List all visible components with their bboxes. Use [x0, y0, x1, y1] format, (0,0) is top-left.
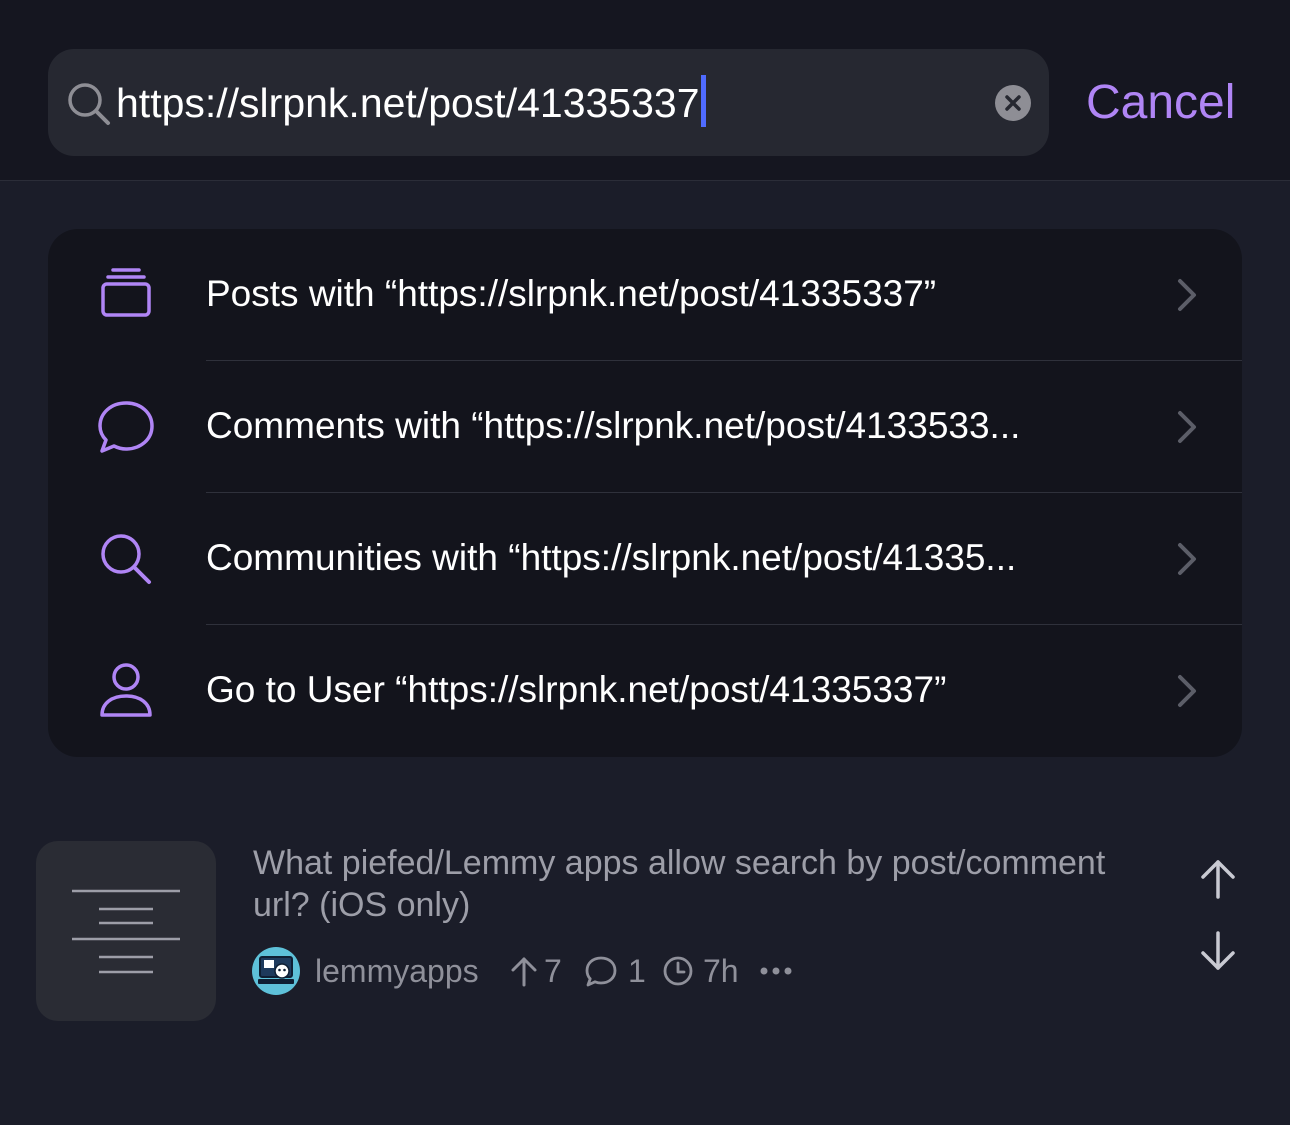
search-option-label: Comments with “https://slrpnk.net/post/4…: [206, 405, 1021, 446]
clear-x-icon: [1005, 95, 1021, 111]
more-options-icon[interactable]: [759, 965, 793, 977]
text-caret: [700, 75, 706, 127]
upvote-count: 7: [544, 953, 562, 989]
search-query-text: https://slrpnk.net/post/41335337: [116, 80, 700, 126]
upvote-arrow-icon: [511, 957, 537, 987]
search-result-post[interactable]: What piefed/Lemmy apps allow search by p…: [0, 840, 1290, 1030]
chevron-right-icon: [1178, 675, 1196, 707]
community-name[interactable]: lemmyapps: [315, 950, 479, 992]
chevron-right-icon: [1178, 543, 1196, 575]
chevron-right-icon: [1178, 411, 1196, 443]
search-input[interactable]: https://slrpnk.net/post/41335337: [116, 74, 706, 132]
comment-count: 1: [628, 953, 646, 989]
post-age: 7h: [703, 953, 739, 989]
search-option-communities[interactable]: Communities with “https://slrpnk.net/pos…: [48, 493, 1242, 625]
comment-icon: [585, 956, 617, 987]
community-avatar[interactable]: [252, 947, 300, 995]
search-option-user[interactable]: Go to User “https://slrpnk.net/post/4133…: [48, 625, 1242, 757]
person-icon: [100, 663, 152, 717]
search-options-list: Posts with “https://slrpnk.net/post/4133…: [48, 229, 1242, 757]
text-lines-icon: [72, 889, 180, 974]
upvote-button[interactable]: [1198, 857, 1238, 901]
search-option-label: Go to User “https://slrpnk.net/post/4133…: [206, 669, 947, 710]
search-option-label: Posts with “https://slrpnk.net/post/4133…: [206, 273, 937, 314]
post-thumbnail[interactable]: [36, 841, 216, 1021]
post-title[interactable]: What piefed/Lemmy apps allow search by p…: [253, 842, 1113, 926]
community-avatar-icon: [258, 956, 294, 984]
comment-bubble-icon: [98, 401, 154, 453]
cancel-button[interactable]: Cancel: [1086, 73, 1235, 133]
search-option-label: Communities with “https://slrpnk.net/pos…: [206, 537, 1017, 578]
chevron-right-icon: [1178, 279, 1196, 311]
magnifier-icon: [101, 534, 151, 584]
stack-icon: [101, 268, 151, 317]
clock-icon: [663, 956, 693, 986]
search-option-comments[interactable]: Comments with “https://slrpnk.net/post/4…: [48, 361, 1242, 493]
downvote-button[interactable]: [1198, 929, 1238, 973]
search-option-posts[interactable]: Posts with “https://slrpnk.net/post/4133…: [48, 229, 1242, 361]
search-icon: [68, 83, 110, 125]
clear-search-button[interactable]: [995, 85, 1031, 121]
